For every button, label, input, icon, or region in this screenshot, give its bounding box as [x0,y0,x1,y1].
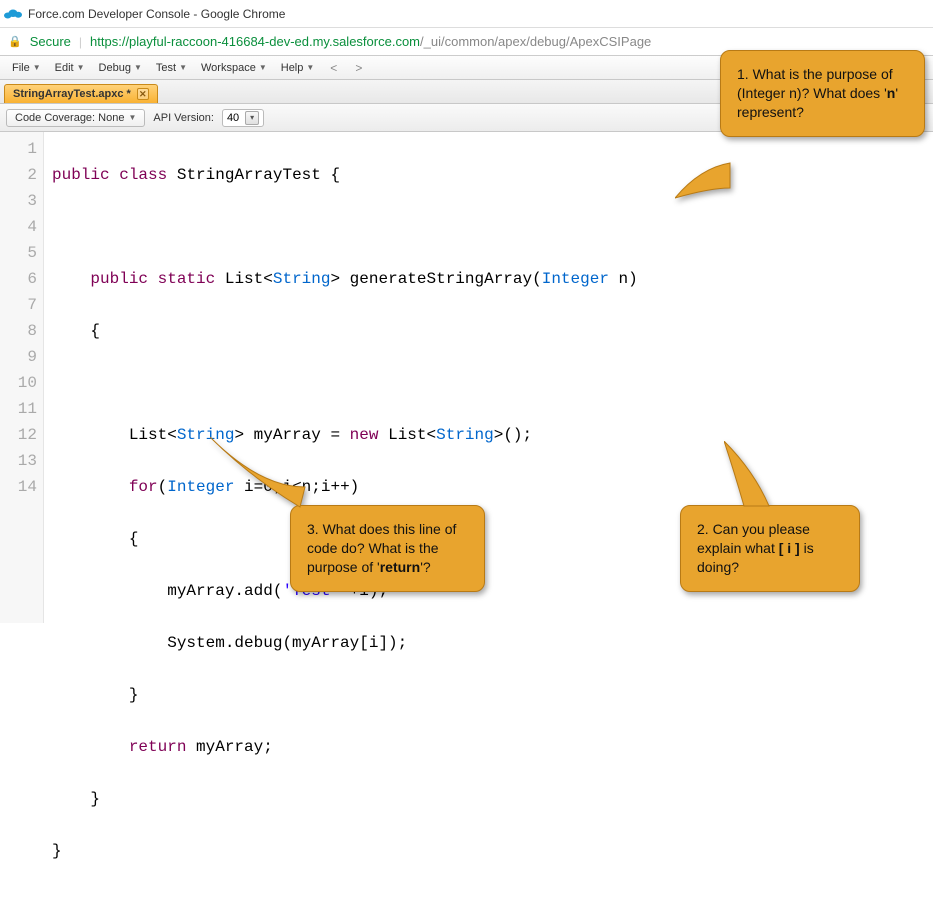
nav-forward[interactable]: > [347,59,370,77]
callout-body: 3. What does this line of code do? What … [290,505,485,592]
chevron-down-icon: ▼ [128,113,136,122]
chevron-down-icon: ▼ [179,63,187,72]
line-number: 2 [2,162,37,188]
chevron-down-icon: ▼ [134,63,142,72]
code-coverage-dropdown[interactable]: Code Coverage: None ▼ [6,109,145,127]
address-separator: | [79,35,82,49]
menu-debug[interactable]: Debug▼ [93,60,148,76]
code-line: List<String> myArray = new List<String>(… [52,422,638,448]
menu-help[interactable]: Help▼ [275,60,321,76]
line-number: 14 [2,474,37,500]
code-line: return myArray; [52,734,638,760]
annotation-callout-2: 2. Can you please explain what [ i ] is … [680,505,860,592]
annotation-callout-3: 3. What does this line of code do? What … [290,505,485,592]
line-number: 1 [2,136,37,162]
line-number: 11 [2,396,37,422]
chevron-down-icon: ▾ [245,111,259,125]
secure-label: Secure [30,34,71,49]
api-version-select[interactable]: 40 ▾ [222,109,264,127]
api-version-label: API Version: [153,112,214,124]
callout-body: 1. What is the purpose of (Integer n)? W… [720,50,925,137]
code-line: } [52,838,638,864]
line-number: 7 [2,292,37,318]
code-line [52,370,638,396]
callout-tail-icon [675,158,735,208]
line-gutter: 1 2 3 4 5 6 7 8 9 10 11 12 13 14 [0,132,44,623]
chevron-down-icon: ▼ [259,63,267,72]
code-line: { [52,318,638,344]
nav-back[interactable]: < [322,59,345,77]
line-number: 3 [2,188,37,214]
code-line: for(Integer i=0;i<n;i++) [52,474,638,500]
chevron-down-icon: ▼ [77,63,85,72]
menu-file[interactable]: File▼ [6,60,47,76]
line-number: 5 [2,240,37,266]
code-line: public static List<String> generateStrin… [52,266,638,292]
line-number: 10 [2,370,37,396]
salesforce-logo-icon [4,8,22,20]
window-titlebar: Force.com Developer Console - Google Chr… [0,0,933,28]
code-line: public class StringArrayTest { [52,162,638,188]
line-number: 13 [2,448,37,474]
lock-icon: 🔒 [8,35,22,48]
line-number: 6 [2,266,37,292]
line-number: 9 [2,344,37,370]
line-number: 8 [2,318,37,344]
url-text[interactable]: https://playful-raccoon-416684-dev-ed.my… [90,34,651,49]
code-line [52,214,638,240]
menu-workspace[interactable]: Workspace▼ [195,60,273,76]
menu-edit[interactable]: Edit▼ [49,60,91,76]
chevron-down-icon: ▼ [306,63,314,72]
menu-test[interactable]: Test▼ [150,60,193,76]
tab-label: StringArrayTest.apxc * [13,88,131,100]
callout-tail-icon [210,437,310,512]
chevron-down-icon: ▼ [33,63,41,72]
line-number: 4 [2,214,37,240]
tab-stringarraytest[interactable]: StringArrayTest.apxc * ✕ [4,84,158,103]
callout-body: 2. Can you please explain what [ i ] is … [680,505,860,592]
callout-tail-icon [724,441,794,511]
code-line: } [52,682,638,708]
window-title: Force.com Developer Console - Google Chr… [28,7,285,21]
close-icon[interactable]: ✕ [137,88,149,100]
code-line: } [52,786,638,812]
code-line: System.debug(myArray[i]); [52,630,638,656]
annotation-callout-1: 1. What is the purpose of (Integer n)? W… [720,50,925,137]
line-number: 12 [2,422,37,448]
